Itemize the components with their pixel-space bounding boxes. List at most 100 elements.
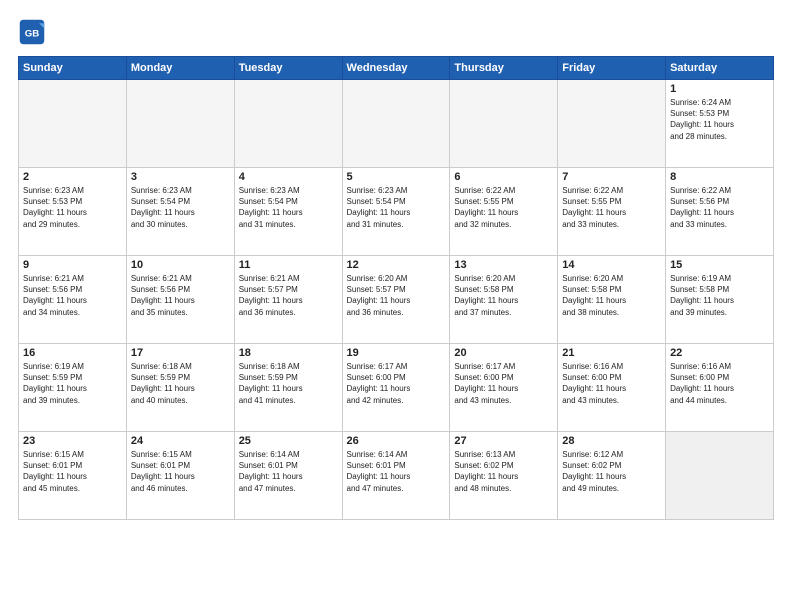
- calendar-cell: 25 Sunrise: 6:14 AM Sunset: 6:01 PM Dayli…: [234, 432, 342, 520]
- day-info: Sunrise: 6:14 AM Sunset: 6:01 PM Dayligh…: [347, 449, 446, 494]
- day-number: 5: [347, 171, 446, 183]
- calendar-cell: 2 Sunrise: 6:23 AM Sunset: 5:53 PM Daylig…: [19, 168, 127, 256]
- day-number: 27: [454, 435, 553, 447]
- calendar-cell: 27 Sunrise: 6:13 AM Sunset: 6:02 PM Dayli…: [450, 432, 558, 520]
- day-info: Sunrise: 6:23 AM Sunset: 5:54 PM Dayligh…: [239, 185, 338, 230]
- col-header-monday: Monday: [126, 57, 234, 80]
- day-info: Sunrise: 6:18 AM Sunset: 5:59 PM Dayligh…: [239, 361, 338, 406]
- day-info: Sunrise: 6:13 AM Sunset: 6:02 PM Dayligh…: [454, 449, 553, 494]
- logo: GB: [18, 18, 50, 46]
- day-number: 1: [670, 83, 769, 95]
- day-number: 20: [454, 347, 553, 359]
- day-number: 16: [23, 347, 122, 359]
- calendar-cell: 6 Sunrise: 6:22 AM Sunset: 5:55 PM Daylig…: [450, 168, 558, 256]
- day-number: 4: [239, 171, 338, 183]
- day-info: Sunrise: 6:16 AM Sunset: 6:00 PM Dayligh…: [670, 361, 769, 406]
- day-info: Sunrise: 6:20 AM Sunset: 5:57 PM Dayligh…: [347, 273, 446, 318]
- day-number: 13: [454, 259, 553, 271]
- day-number: 9: [23, 259, 122, 271]
- calendar-cell: 11 Sunrise: 6:21 AM Sunset: 5:57 PM Dayli…: [234, 256, 342, 344]
- day-info: Sunrise: 6:23 AM Sunset: 5:54 PM Dayligh…: [347, 185, 446, 230]
- day-number: 19: [347, 347, 446, 359]
- day-number: 8: [670, 171, 769, 183]
- day-number: 6: [454, 171, 553, 183]
- week-row-1: 2 Sunrise: 6:23 AM Sunset: 5:53 PM Daylig…: [19, 168, 774, 256]
- calendar-cell: [342, 80, 450, 168]
- calendar-cell: [450, 80, 558, 168]
- day-info: Sunrise: 6:22 AM Sunset: 5:55 PM Dayligh…: [562, 185, 661, 230]
- day-info: Sunrise: 6:20 AM Sunset: 5:58 PM Dayligh…: [454, 273, 553, 318]
- week-row-2: 9 Sunrise: 6:21 AM Sunset: 5:56 PM Daylig…: [19, 256, 774, 344]
- day-number: 17: [131, 347, 230, 359]
- calendar-cell: 23 Sunrise: 6:15 AM Sunset: 6:01 PM Dayli…: [19, 432, 127, 520]
- day-number: 15: [670, 259, 769, 271]
- calendar-cell: 14 Sunrise: 6:20 AM Sunset: 5:58 PM Dayli…: [558, 256, 666, 344]
- day-number: 11: [239, 259, 338, 271]
- calendar-cell: 1 Sunrise: 6:24 AM Sunset: 5:53 PM Daylig…: [666, 80, 774, 168]
- day-info: Sunrise: 6:19 AM Sunset: 5:58 PM Dayligh…: [670, 273, 769, 318]
- col-header-wednesday: Wednesday: [342, 57, 450, 80]
- week-row-0: 1 Sunrise: 6:24 AM Sunset: 5:53 PM Daylig…: [19, 80, 774, 168]
- day-info: Sunrise: 6:20 AM Sunset: 5:58 PM Dayligh…: [562, 273, 661, 318]
- day-info: Sunrise: 6:23 AM Sunset: 5:54 PM Dayligh…: [131, 185, 230, 230]
- calendar-cell: 21Sunrise: 6:16 AM Sunset: 6:00 PM Dayli…: [558, 344, 666, 432]
- day-number: 14: [562, 259, 661, 271]
- calendar-cell: 15 Sunrise: 6:19 AM Sunset: 5:58 PM Dayli…: [666, 256, 774, 344]
- day-info: Sunrise: 6:22 AM Sunset: 5:55 PM Dayligh…: [454, 185, 553, 230]
- col-header-thursday: Thursday: [450, 57, 558, 80]
- col-header-saturday: Saturday: [666, 57, 774, 80]
- day-number: 28: [562, 435, 661, 447]
- day-info: Sunrise: 6:14 AM Sunset: 6:01 PM Dayligh…: [239, 449, 338, 494]
- calendar-cell: 19 Sunrise: 6:17 AM Sunset: 6:00 PM Dayli…: [342, 344, 450, 432]
- calendar-cell: 4 Sunrise: 6:23 AM Sunset: 5:54 PM Daylig…: [234, 168, 342, 256]
- calendar-cell: 20 Sunrise: 6:17 AM Sunset: 6:00 PM Dayli…: [450, 344, 558, 432]
- day-number: 24: [131, 435, 230, 447]
- day-number: 7: [562, 171, 661, 183]
- week-row-4: 23 Sunrise: 6:15 AM Sunset: 6:01 PM Dayli…: [19, 432, 774, 520]
- day-info: Sunrise: 6:23 AM Sunset: 5:53 PM Dayligh…: [23, 185, 122, 230]
- day-info: Sunrise: 6:16 AM Sunset: 6:00 PM Dayligh…: [562, 361, 661, 406]
- calendar-cell: 18Sunrise: 6:18 AM Sunset: 5:59 PM Dayli…: [234, 344, 342, 432]
- calendar-table: SundayMondayTuesdayWednesdayThursdayFrid…: [18, 56, 774, 520]
- day-info: Sunrise: 6:15 AM Sunset: 6:01 PM Dayligh…: [131, 449, 230, 494]
- day-info: Sunrise: 6:21 AM Sunset: 5:57 PM Dayligh…: [239, 273, 338, 318]
- day-number: 3: [131, 171, 230, 183]
- col-header-friday: Friday: [558, 57, 666, 80]
- calendar-cell: 26Sunrise: 6:14 AM Sunset: 6:01 PM Dayli…: [342, 432, 450, 520]
- calendar-cell: 7 Sunrise: 6:22 AM Sunset: 5:55 PM Daylig…: [558, 168, 666, 256]
- day-info: Sunrise: 6:15 AM Sunset: 6:01 PM Dayligh…: [23, 449, 122, 494]
- calendar-cell: 28 Sunrise: 6:12 AM Sunset: 6:02 PM Dayli…: [558, 432, 666, 520]
- day-number: 23: [23, 435, 122, 447]
- day-info: Sunrise: 6:19 AM Sunset: 5:59 PM Dayligh…: [23, 361, 122, 406]
- calendar-cell: 3 Sunrise: 6:23 AM Sunset: 5:54 PM Daylig…: [126, 168, 234, 256]
- calendar-cell: 12 Sunrise: 6:20 AM Sunset: 5:57 PM Dayli…: [342, 256, 450, 344]
- day-info: Sunrise: 6:21 AM Sunset: 5:56 PM Dayligh…: [23, 273, 122, 318]
- calendar-cell: [234, 80, 342, 168]
- calendar-cell: 13 Sunrise: 6:20 AM Sunset: 5:58 PM Dayli…: [450, 256, 558, 344]
- calendar-cell: [19, 80, 127, 168]
- day-number: 12: [347, 259, 446, 271]
- calendar-cell: 16 Sunrise: 6:19 AM Sunset: 5:59 PM Dayli…: [19, 344, 127, 432]
- day-info: Sunrise: 6:21 AM Sunset: 5:56 PM Dayligh…: [131, 273, 230, 318]
- day-info: Sunrise: 6:24 AM Sunset: 5:53 PM Dayligh…: [670, 97, 769, 142]
- calendar-cell: 17 Sunrise: 6:18 AM Sunset: 5:59 PM Dayli…: [126, 344, 234, 432]
- day-number: 2: [23, 171, 122, 183]
- col-header-sunday: Sunday: [19, 57, 127, 80]
- calendar-cell: 9 Sunrise: 6:21 AM Sunset: 5:56 PM Daylig…: [19, 256, 127, 344]
- day-number: 10: [131, 259, 230, 271]
- calendar-cell: 5 Sunrise: 6:23 AM Sunset: 5:54 PM Daylig…: [342, 168, 450, 256]
- day-info: Sunrise: 6:18 AM Sunset: 5:59 PM Dayligh…: [131, 361, 230, 406]
- header: GB: [18, 18, 774, 46]
- day-number: 25: [239, 435, 338, 447]
- calendar-cell: 24 Sunrise: 6:15 AM Sunset: 6:01 PM Dayli…: [126, 432, 234, 520]
- calendar-cell: 8 Sunrise: 6:22 AM Sunset: 5:56 PM Daylig…: [666, 168, 774, 256]
- calendar-cell: [666, 432, 774, 520]
- day-info: Sunrise: 6:17 AM Sunset: 6:00 PM Dayligh…: [347, 361, 446, 406]
- calendar-cell: [126, 80, 234, 168]
- calendar-cell: [558, 80, 666, 168]
- day-info: Sunrise: 6:22 AM Sunset: 5:56 PM Dayligh…: [670, 185, 769, 230]
- day-number: 22: [670, 347, 769, 359]
- header-row: SundayMondayTuesdayWednesdayThursdayFrid…: [19, 57, 774, 80]
- day-info: Sunrise: 6:12 AM Sunset: 6:02 PM Dayligh…: [562, 449, 661, 494]
- day-info: Sunrise: 6:17 AM Sunset: 6:00 PM Dayligh…: [454, 361, 553, 406]
